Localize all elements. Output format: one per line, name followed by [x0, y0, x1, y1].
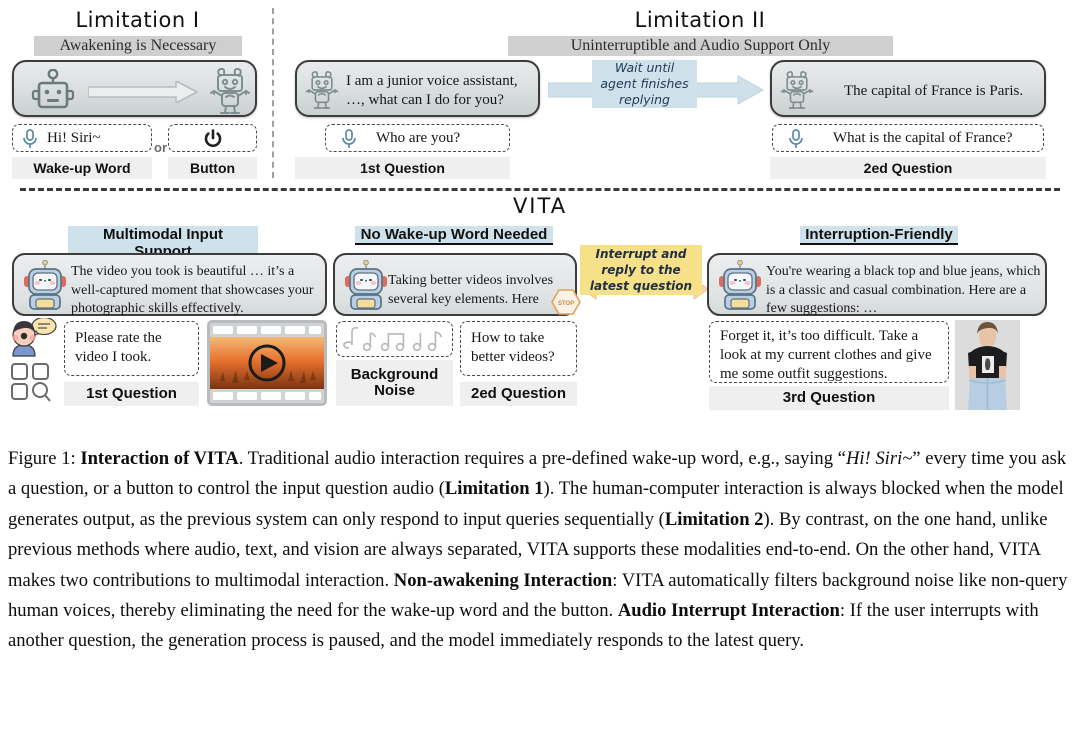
vita-question-3-box[interactable]: Forget it, it’s too difficult. Take a lo… [709, 321, 949, 383]
caption-siri: Hi! Siri~ [845, 448, 913, 469]
microphone-icon [787, 128, 805, 150]
agent-reply-panel-1: I am a junior voice assistant, …, what c… [295, 60, 540, 117]
vita-question-2-text: How to take better videos? [471, 330, 555, 365]
wait-flow-note: Wait until agent finishes replying [592, 60, 697, 108]
robot-sleeping-icon [30, 69, 76, 113]
caption-bold-title: Interaction of VITA [80, 448, 239, 469]
question-1-input-box[interactable]: Who are you? [325, 124, 510, 152]
vita-reply-panel-3: You're wearing a black top and blue jean… [707, 253, 1047, 316]
caption-limitation-1: Limitation 1 [444, 478, 544, 500]
agent-reply-panel-2: The capital of France is Paris. [770, 60, 1046, 117]
caption-limitation-2: Limitation 2 [664, 508, 764, 530]
grid-search-icon [10, 362, 54, 402]
user-speech-bubble-icon [6, 318, 62, 360]
microphone-icon [21, 128, 39, 150]
awakening-illustration-panel [12, 60, 257, 117]
power-button-input-box[interactable] [168, 124, 257, 152]
robot-awake-icon [208, 67, 252, 115]
question-2-text: What is the capital of France? [833, 130, 1013, 146]
interrupt-note: Interrupt and reply to the latest questi… [580, 245, 702, 295]
music-notes-icon [343, 326, 447, 354]
person-outfit-photo [955, 320, 1020, 410]
vertical-divider [272, 8, 274, 178]
caption-non-awakening: Non-awakening Interaction [393, 569, 613, 591]
robot-avatar-icon [717, 260, 763, 312]
vita-title: VITA [512, 194, 568, 218]
vita-question-3-text: Forget it, it’s too difficult. Take a lo… [720, 328, 932, 382]
caption-audio-interrupt: Audio Interrupt Interaction [617, 600, 840, 622]
or-label: or [154, 140, 167, 155]
agent-reply-1-text: I am a junior voice assistant, …, what c… [346, 73, 518, 108]
wake-up-word-chip: Wake-up Word [12, 157, 152, 179]
robot-avatar-icon [343, 260, 389, 312]
vita-question-1-chip: 1st Question [64, 382, 199, 406]
background-noise-chip: Background Noise [336, 360, 453, 406]
agent-reply-2-text: The capital of France is Paris. [844, 83, 1024, 99]
question-2-input-box[interactable]: What is the capital of France? [772, 124, 1044, 152]
horizontal-divider [20, 188, 1060, 191]
limitations-region: Limitation I Awakening is Necessary Hi! … [0, 0, 1080, 191]
power-button-icon [203, 129, 223, 149]
vita-question-1-box[interactable]: Please rate the video I took. [64, 321, 199, 376]
vita-question-2-chip: 2ed Question [460, 382, 577, 406]
wake-word-text: Hi! Siri~ [47, 130, 101, 146]
question-1-text: Who are you? [376, 130, 461, 146]
limitation-2-subtitle: Uninterruptible and Audio Support Only [508, 36, 893, 56]
vita-question-3-chip: 3rd Question [709, 386, 949, 410]
vita-reply-1-text: The video you took is beautiful … it’s a… [71, 264, 314, 316]
robot-avatar-icon [22, 260, 68, 312]
button-chip: Button [168, 157, 257, 179]
robot-line-icon [779, 68, 815, 112]
video-filmstrip-play-icon[interactable] [207, 320, 327, 406]
vita-question-1-text: Please rate the video I took. [75, 330, 162, 365]
question-1-chip: 1st Question [295, 157, 510, 179]
limitation-2-title: Limitation II [634, 8, 766, 32]
limitation-1-title: Limitation I [75, 8, 200, 32]
stop-sign-icon: STOP [551, 289, 581, 315]
figure-caption: Figure 1: Interaction of VITA. Tradition… [8, 444, 1070, 657]
vita-question-2-box[interactable]: How to take better videos? [460, 321, 577, 376]
vita-reply-panel-1: The video you took is beautiful … it’s a… [12, 253, 327, 316]
feature-title-no-wakeup: No Wake-up Word Needed [355, 226, 553, 245]
limitation-1-subtitle: Awakening is Necessary [34, 36, 242, 56]
background-noise-box [336, 321, 453, 357]
caption-label: Figure 1: [8, 448, 76, 469]
question-2-chip: 2ed Question [770, 157, 1046, 179]
robot-line-icon [304, 68, 340, 112]
wake-word-input-box[interactable]: Hi! Siri~ [12, 124, 152, 152]
figure-1-interaction-of-vita: Limitation I Awakening is Necessary Hi! … [0, 0, 1080, 742]
feature-title-interruption: Interruption-Friendly [800, 226, 958, 245]
caption-part-1: . Traditional audio interaction requires… [238, 448, 846, 469]
vita-reply-panel-2: Taking better videos involves several ke… [333, 253, 581, 316]
microphone-icon [340, 128, 358, 150]
vita-reply-2-text: Taking better videos involves several ke… [388, 273, 554, 307]
vita-reply-3-text: You're wearing a black top and blue jean… [766, 264, 1041, 316]
arrow-right-icon [88, 81, 198, 103]
svg-text:STOP: STOP [558, 301, 574, 307]
